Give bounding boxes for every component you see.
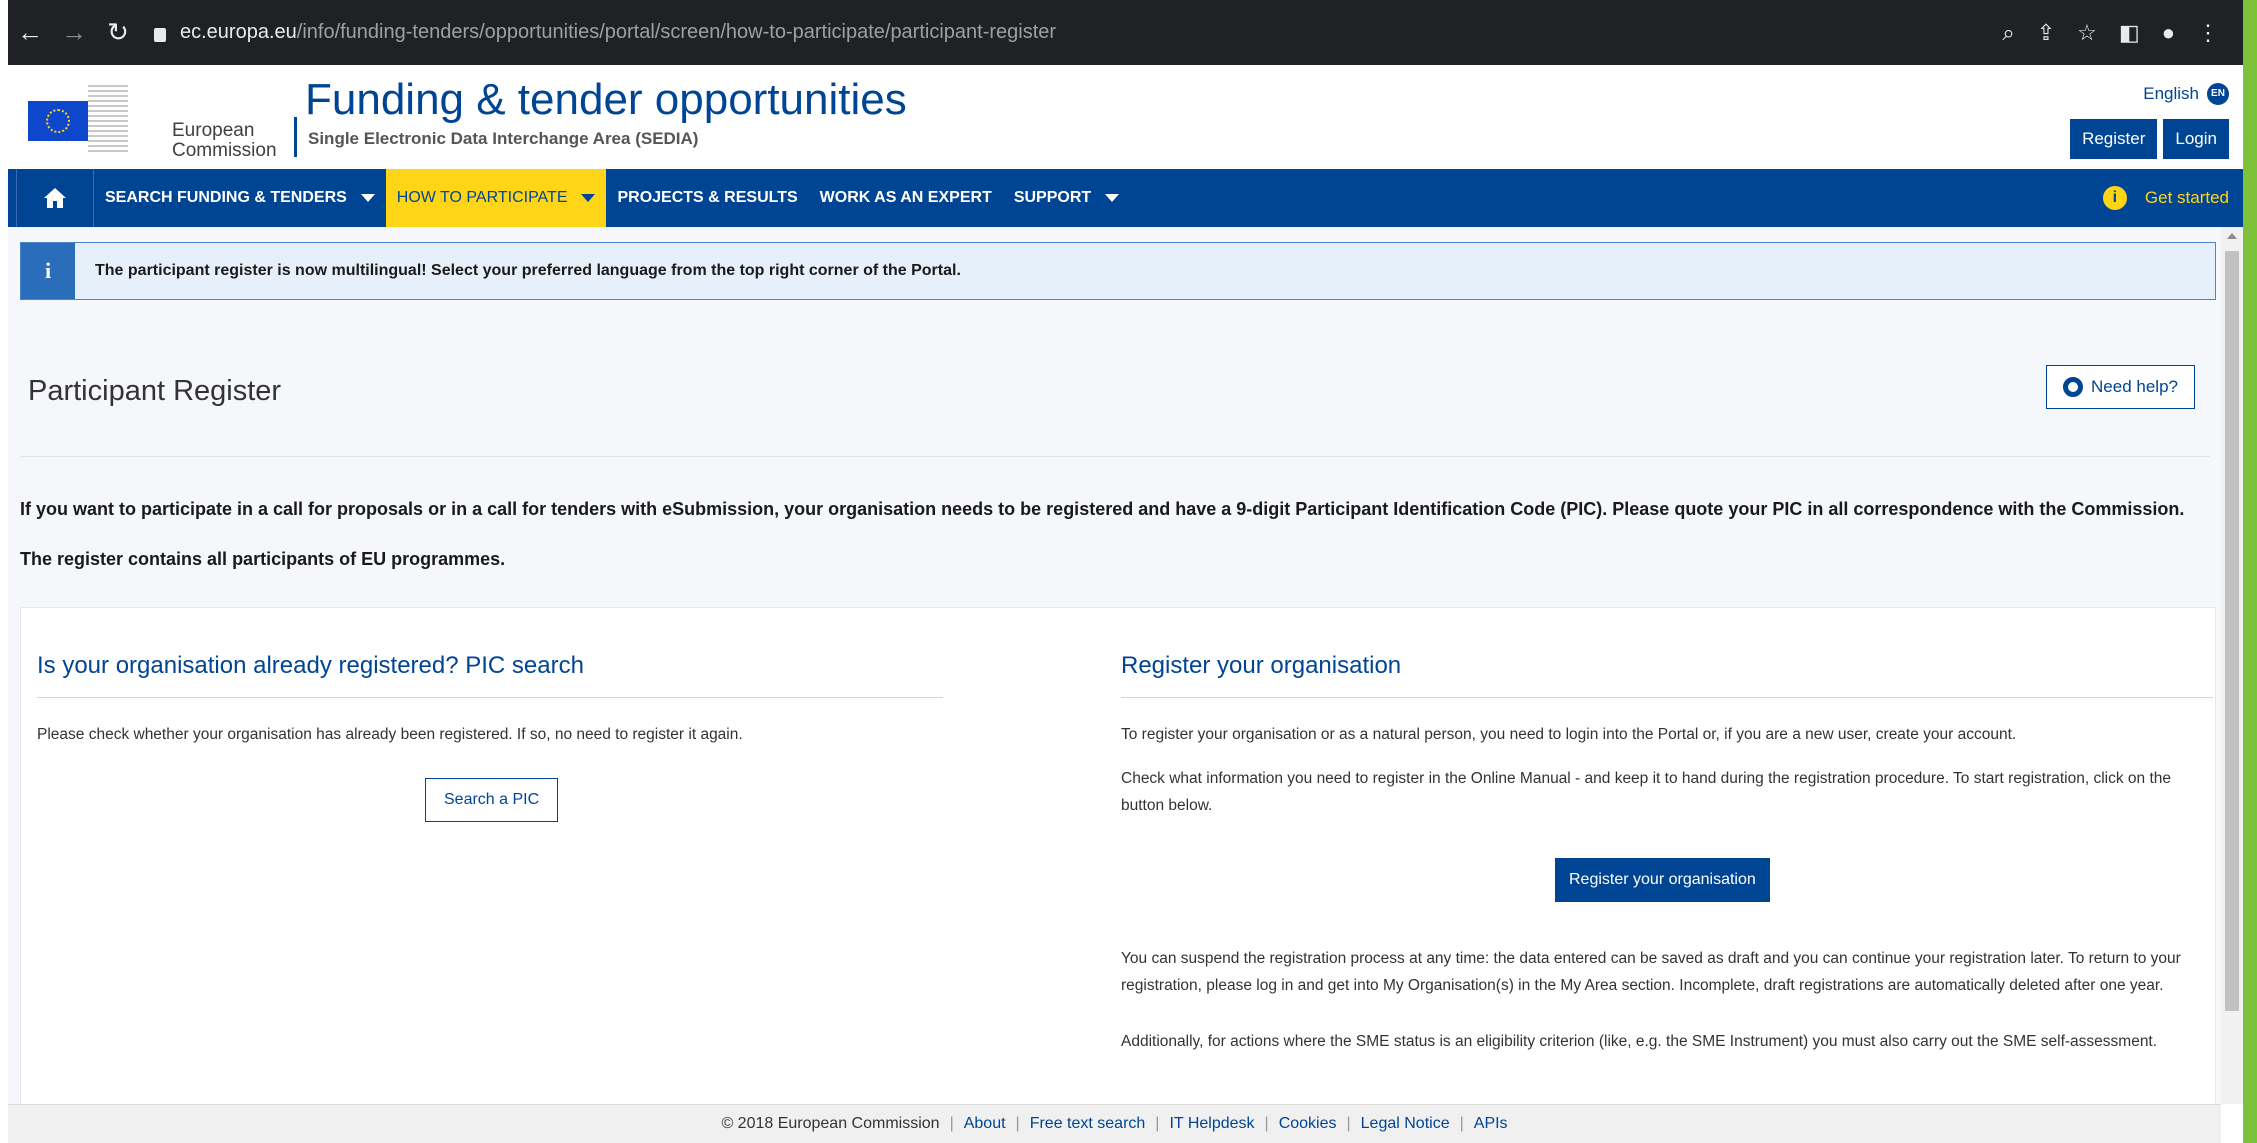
- chevron-down-icon: [1105, 194, 1120, 202]
- language-label: English: [2143, 84, 2199, 103]
- url-host: ec.europa.eu: [180, 21, 297, 43]
- need-help-button[interactable]: Need help?: [2046, 365, 2195, 409]
- info-icon: i: [21, 243, 75, 299]
- footer-link-cookies[interactable]: Cookies: [1279, 1115, 1337, 1133]
- nav-support[interactable]: SUPPORT: [1003, 169, 1130, 227]
- register-org-text-2: Check what information you need to regis…: [1121, 770, 2171, 814]
- register-org-text-4: Additionally, for actions where the SME …: [1121, 1033, 2158, 1050]
- url-path: /info/funding-tenders/opportunities/port…: [296, 21, 1057, 43]
- nav-how-to-participate[interactable]: HOW TO PARTICIPATE: [385, 169, 607, 227]
- footer-copyright: © 2018 European Commission: [721, 1115, 940, 1132]
- screen: ← → ↻ ec.europa.eu/info/funding-tenders/…: [0, 0, 2257, 1143]
- info-icon: i: [2102, 186, 2127, 210]
- divider: [20, 456, 2210, 457]
- ec-logo[interactable]: European Commission: [22, 79, 297, 161]
- language-selector[interactable]: English EN: [2143, 83, 2229, 105]
- address-bar[interactable]: ec.europa.eu/info/funding-tenders/opport…: [154, 21, 1056, 44]
- lock-icon: [154, 27, 166, 42]
- chevron-down-icon: [581, 194, 596, 202]
- need-help-label: Need help?: [2091, 377, 2178, 396]
- nav-projects-results[interactable]: PROJECTS & RESULTS: [606, 169, 808, 227]
- search-pic-button[interactable]: Search a PIC: [425, 778, 559, 822]
- site-subtitle: Single Electronic Data Interchange Area …: [308, 129, 699, 148]
- chevron-down-icon: [360, 194, 375, 202]
- browser-menu-icon[interactable]: ⋮: [2197, 20, 2219, 46]
- register-org-text-3: You can suspend the registration process…: [1121, 950, 2181, 994]
- info-notice: i The participant register is now multil…: [20, 242, 2216, 300]
- nav-search-funding[interactable]: SEARCH FUNDING & TENDERS: [94, 169, 386, 227]
- site-footer: © 2018 European Commission | About | Fre…: [8, 1104, 2221, 1143]
- get-started-label: Get started: [2144, 188, 2229, 207]
- home-icon: [44, 188, 66, 208]
- pic-search-text: Please check whether your organisation h…: [37, 726, 743, 743]
- forward-icon[interactable]: →: [52, 17, 96, 48]
- footer-link-free-text-search[interactable]: Free text search: [1030, 1115, 1146, 1133]
- get-started-link[interactable]: i Get started: [2102, 186, 2243, 210]
- zoom-icon[interactable]: ⌕: [2002, 20, 2014, 46]
- login-button[interactable]: Login: [2163, 119, 2229, 159]
- site-header: European Commission Funding & tender opp…: [8, 65, 2243, 169]
- nav-work-as-expert[interactable]: WORK AS AN EXPERT: [809, 169, 1003, 227]
- pic-search-title: Is your organisation already registered?…: [37, 652, 584, 679]
- register-organisation-button[interactable]: Register your organisation: [1555, 858, 1770, 902]
- bookmark-star-icon[interactable]: ☆: [2077, 20, 2097, 46]
- page-scrollbar[interactable]: [2221, 227, 2243, 1104]
- register-org-title: Register your organisation: [1121, 652, 1402, 679]
- intro-text-2: The register contains all participants o…: [20, 549, 506, 569]
- site-title[interactable]: Funding & tender opportunities: [305, 75, 907, 125]
- lifebuoy-icon: [2063, 377, 2084, 397]
- footer-link-legal-notice[interactable]: Legal Notice: [1361, 1115, 1450, 1133]
- home-button[interactable]: [16, 169, 94, 227]
- scroll-up-icon[interactable]: [2227, 233, 2237, 239]
- register-org-text-1: To register your organisation or as a na…: [1121, 726, 2017, 743]
- footer-link-apis[interactable]: APIs: [1474, 1115, 1508, 1133]
- side-panel-icon[interactable]: ◧: [2119, 20, 2140, 46]
- scroll-thumb[interactable]: [2225, 251, 2239, 1011]
- footer-link-about[interactable]: About: [964, 1115, 1006, 1133]
- main-nav: SEARCH FUNDING & TENDERS HOW TO PARTICIP…: [8, 169, 2243, 227]
- footer-link-it-helpdesk[interactable]: IT Helpdesk: [1169, 1115, 1254, 1133]
- language-icon: EN: [2207, 83, 2229, 105]
- back-icon[interactable]: ←: [8, 17, 52, 48]
- intro-text: If you want to participate in a call for…: [20, 499, 2185, 519]
- reload-icon[interactable]: ↻: [96, 17, 140, 48]
- share-icon[interactable]: ⇪: [2037, 20, 2055, 46]
- browser-toolbar: ← → ↻ ec.europa.eu/info/funding-tenders/…: [8, 0, 2243, 65]
- page-content: i The participant register is now multil…: [8, 227, 2221, 1104]
- page-title: Participant Register: [28, 375, 282, 407]
- desktop-edge: [2243, 0, 2257, 1143]
- logo-line-1: European: [172, 120, 255, 141]
- profile-icon[interactable]: ●: [2162, 20, 2175, 46]
- register-button[interactable]: Register: [2070, 119, 2158, 159]
- logo-line-2: Commission: [172, 140, 277, 161]
- register-card: Is your organisation already registered?…: [20, 607, 2216, 1104]
- eu-flag-icon: [28, 101, 88, 141]
- notice-text: The participant register is now multilin…: [95, 262, 961, 279]
